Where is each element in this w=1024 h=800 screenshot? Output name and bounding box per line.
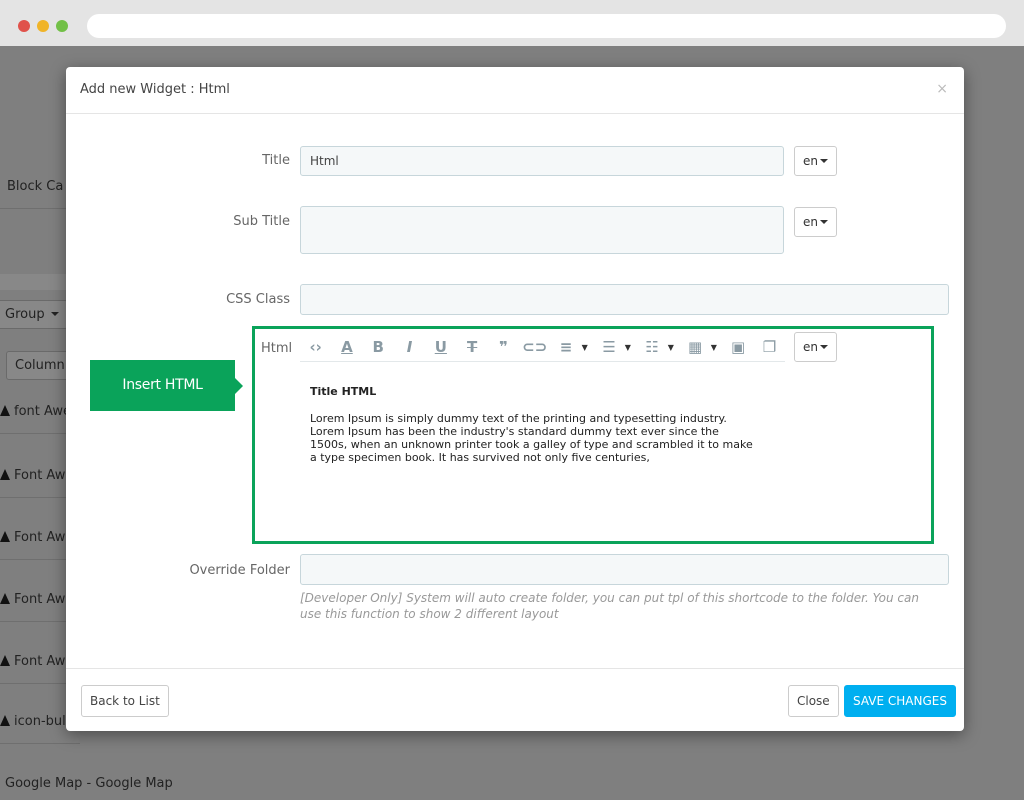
underline-icon[interactable]: U: [425, 338, 456, 356]
chevron-down-icon[interactable]: ▼: [668, 343, 680, 352]
subtitle-lang-dropdown[interactable]: en: [794, 207, 837, 237]
editor-line: Lorem Ipsum has been the industry's stan…: [310, 425, 719, 438]
table-icon[interactable]: ▦: [679, 338, 710, 356]
modal-footer: Back to List Close SAVE CHANGES: [66, 668, 964, 731]
chevron-down-icon[interactable]: ▼: [582, 343, 594, 352]
editor-toolbar: ‹› A B I U T ❞ ⊂⊃ ≡ ▼ ☰ ▼ ☷ ▼ ▦ ▼ ▣ ❐: [300, 333, 785, 362]
blockquote-icon[interactable]: ❞: [488, 338, 519, 356]
close-button[interactable]: Close: [788, 685, 839, 717]
browser-bar: [0, 0, 1024, 46]
bold-icon[interactable]: B: [363, 338, 394, 356]
maximize-dot[interactable]: [56, 20, 68, 32]
align-icon[interactable]: ≡: [550, 338, 581, 356]
editor-line: Lorem Ipsum is simply dummy text of the …: [310, 412, 727, 425]
save-changes-button[interactable]: SAVE CHANGES: [844, 685, 956, 717]
numbered-list-icon[interactable]: ☷: [636, 338, 667, 356]
title-label: Title: [262, 153, 290, 168]
css-class-label: CSS Class: [226, 292, 290, 307]
column-button[interactable]: Column: [6, 351, 74, 380]
html-lang-dropdown[interactable]: en: [794, 332, 837, 362]
font-color-icon[interactable]: A: [331, 338, 362, 356]
chevron-down-icon[interactable]: ▼: [625, 343, 637, 352]
override-folder-help: [Developer Only] System will auto create…: [300, 591, 919, 621]
link-icon[interactable]: ⊂⊃: [519, 338, 550, 356]
group-button[interactable]: Group: [0, 300, 68, 329]
back-to-list-button[interactable]: Back to List: [81, 685, 169, 717]
modal-title: Add new Widget : Html: [80, 82, 230, 97]
bg-row: Google Map - Google Map: [5, 776, 173, 791]
modal-header: Add new Widget : Html: [66, 67, 964, 114]
subtitle-input[interactable]: [300, 206, 784, 254]
subtitle-label: Sub Title: [233, 214, 290, 229]
bullet-list-icon[interactable]: ☰: [593, 338, 624, 356]
code-view-icon[interactable]: ‹›: [300, 338, 331, 356]
close-icon[interactable]: ×: [936, 81, 948, 97]
html-editor-content[interactable]: Title HTML Lorem Ipsum is simply dummy t…: [310, 385, 753, 464]
copy-icon[interactable]: ❐: [754, 338, 785, 356]
strikethrough-icon[interactable]: T: [456, 338, 487, 356]
address-bar[interactable]: [87, 14, 1006, 38]
image-icon[interactable]: ▣: [723, 338, 754, 356]
chevron-down-icon[interactable]: ▼: [711, 343, 723, 352]
editor-line: 1500s, when an unknown printer took a ga…: [310, 438, 753, 451]
css-class-input[interactable]: [300, 284, 949, 315]
html-label: Html: [261, 341, 293, 356]
editor-line: a type specimen book. It has survived no…: [310, 451, 650, 464]
insert-html-callout: Insert HTML: [90, 360, 243, 411]
html-editor-highlight: Html ‹› A B I U T ❞ ⊂⊃ ≡ ▼ ☰ ▼ ☷ ▼ ▦ ▼ ▣ ❐ e…: [252, 326, 934, 544]
override-folder-label: Override Folder: [189, 563, 290, 578]
minimize-dot[interactable]: [37, 20, 49, 32]
close-dot[interactable]: [18, 20, 30, 32]
italic-icon[interactable]: I: [394, 338, 425, 356]
title-input[interactable]: Html: [300, 146, 784, 176]
add-widget-modal: Add new Widget : Html × Title Html en Su…: [66, 67, 964, 731]
title-lang-dropdown[interactable]: en: [794, 146, 837, 176]
editor-heading: Title HTML: [310, 385, 377, 398]
override-folder-input[interactable]: [300, 554, 949, 585]
